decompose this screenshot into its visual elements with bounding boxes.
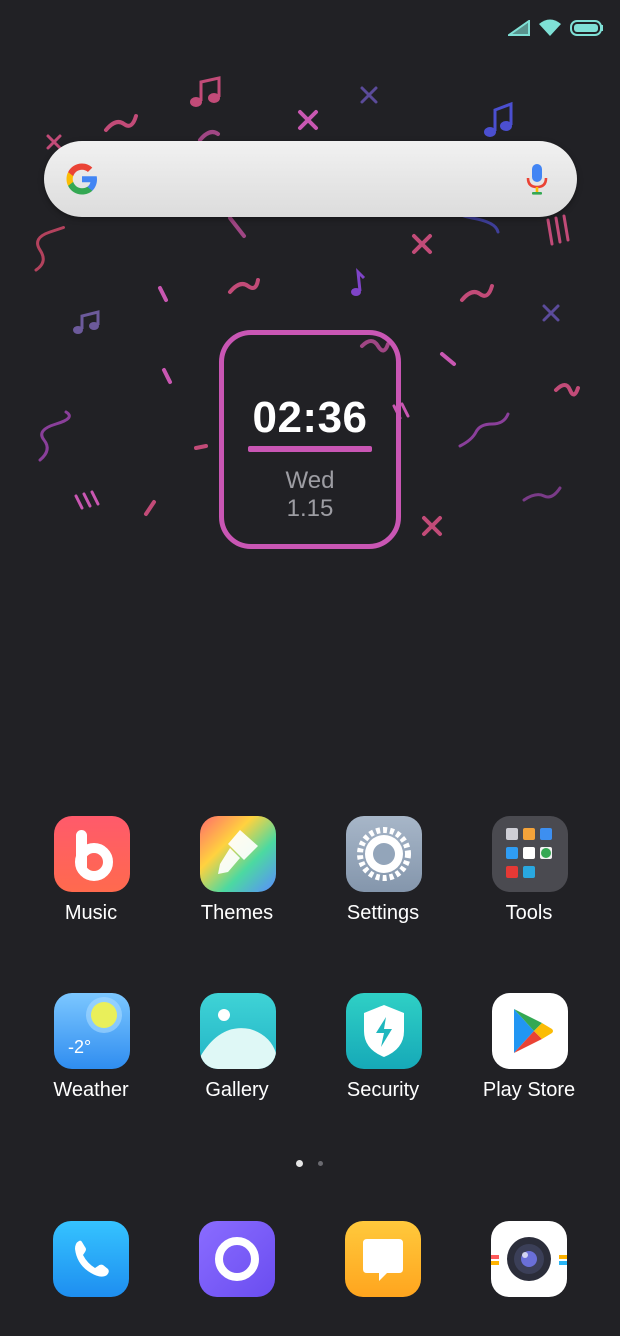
wifi-icon (538, 19, 562, 37)
tools-folder-icon (492, 816, 568, 892)
app-label: Tools (505, 902, 553, 924)
dock-messages[interactable] (345, 1221, 421, 1297)
app-label: Themes (200, 902, 274, 924)
status-bar (508, 14, 604, 42)
home-screen: 02:36 Wed 1.15 Music Themes Settings Too… (0, 0, 620, 1336)
app-play-store[interactable]: Play Store (456, 993, 602, 1123)
clock-time: 02:36 (252, 393, 368, 442)
clock-widget[interactable]: 02:36 Wed 1.15 (219, 330, 401, 549)
weather-temperature: -2° (68, 1037, 91, 1057)
app-label: Play Store (482, 1079, 576, 1101)
page-indicator (0, 1160, 620, 1168)
page-dot[interactable] (318, 1161, 323, 1166)
clock-divider (248, 446, 372, 452)
app-tools-folder[interactable]: Tools (456, 816, 602, 946)
dock-camera[interactable] (491, 1221, 567, 1297)
settings-gear-icon (346, 816, 422, 892)
clock-day: Wed (285, 467, 335, 494)
microphone-icon[interactable] (525, 161, 549, 197)
play-store-icon (492, 993, 568, 1069)
page-dot-active[interactable] (296, 1160, 303, 1167)
clock-date: 1.15 (286, 495, 334, 522)
app-weather[interactable]: -2° Weather (18, 993, 164, 1123)
google-g-icon (64, 161, 100, 197)
app-settings[interactable]: Settings (310, 816, 456, 946)
app-label: Music (64, 902, 118, 924)
themes-app-icon (200, 816, 276, 892)
cellular-signal-icon (508, 20, 530, 36)
gallery-app-icon (200, 993, 276, 1069)
google-search-bar[interactable] (44, 141, 577, 217)
app-themes[interactable]: Themes (164, 816, 310, 946)
browser-icon (199, 1221, 275, 1297)
app-security[interactable]: Security (310, 993, 456, 1123)
security-shield-icon (346, 993, 422, 1069)
weather-app-icon: -2° (54, 993, 130, 1069)
app-label: Weather (53, 1079, 129, 1101)
app-music[interactable]: Music (18, 816, 164, 946)
battery-icon (570, 20, 604, 36)
app-label: Settings (346, 902, 420, 924)
app-label: Gallery (205, 1079, 269, 1101)
app-label: Security (346, 1079, 420, 1101)
messages-icon (345, 1221, 421, 1297)
music-app-icon (54, 816, 130, 892)
dock-phone[interactable] (53, 1221, 129, 1297)
camera-icon (491, 1221, 567, 1297)
app-gallery[interactable]: Gallery (164, 993, 310, 1123)
dock-browser[interactable] (199, 1221, 275, 1297)
phone-icon (53, 1221, 129, 1297)
